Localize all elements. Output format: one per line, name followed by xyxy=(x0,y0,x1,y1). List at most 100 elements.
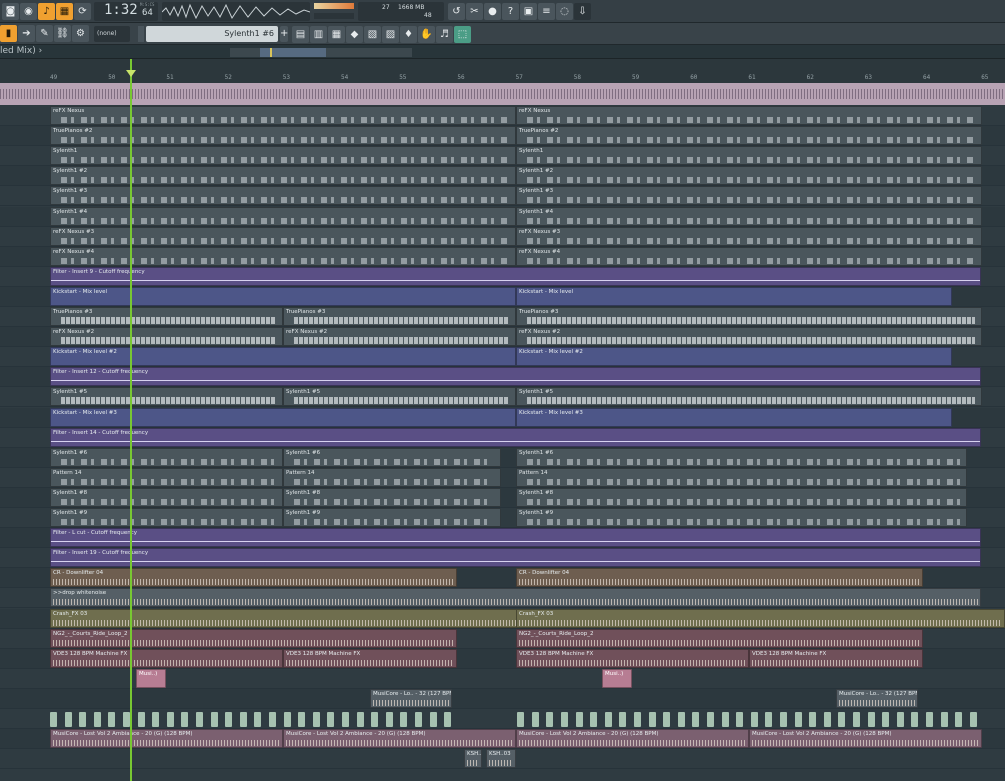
browser-icon[interactable]: ▧ xyxy=(364,26,381,43)
playlist-clip[interactable]: Sylenth1 #5 xyxy=(283,387,516,407)
playlist-clip[interactable]: Pattern 14 xyxy=(283,467,501,487)
step-icon[interactable]: ▦ xyxy=(56,3,73,20)
drum-hit-clip[interactable] xyxy=(371,712,379,727)
drum-hit-clip[interactable] xyxy=(415,712,422,727)
playlist-clip[interactable]: Sylenth1 #8 xyxy=(50,487,283,507)
drum-hit-clip[interactable] xyxy=(400,712,408,727)
settings-icon[interactable]: ⚙ xyxy=(72,25,89,42)
playlist-clip[interactable]: >>drop whitenoise xyxy=(50,588,981,608)
playlist-track-lane[interactable]: TruePianos #3 TruePianos #3 TruePianos #3 xyxy=(0,307,1005,327)
playlist-clip[interactable]: Kickstart - Mix level #2 xyxy=(50,347,516,367)
playlist-clip[interactable]: VDE3 128 BPM Machine FX xyxy=(516,648,749,668)
drum-hit-clip[interactable] xyxy=(940,712,948,727)
metronome-icon[interactable]: ♪ xyxy=(38,3,55,20)
drum-hit-clip[interactable] xyxy=(123,712,130,727)
drum-hit-clip[interactable] xyxy=(312,712,320,727)
playlist-clip[interactable]: Sylenth1 #6 xyxy=(50,447,283,467)
speaker-icon[interactable]: ♬ xyxy=(436,26,453,43)
drum-hit-clip[interactable] xyxy=(853,712,860,727)
hand-icon[interactable]: ✋ xyxy=(418,26,435,43)
playlist-track-lane[interactable]: NG2_-_Courts_Ride_Loop_2 NG2_-_Courts_Rid… xyxy=(0,628,1005,649)
playlist-track-lane[interactable]: Musi..) Musi..) xyxy=(0,668,1005,689)
playlist-track-lane[interactable]: Filter - L cut - Cutoff frequency xyxy=(0,528,1005,549)
playlist-clip[interactable]: Filter - Insert 14 - Cutoff frequency xyxy=(50,427,981,447)
download-icon[interactable]: ⇩ xyxy=(574,3,591,20)
playlist-clip[interactable]: TruePianos #3 xyxy=(283,307,516,326)
instrument-name-field[interactable]: Sylenth1 #6 xyxy=(146,26,278,42)
cut-tool-icon[interactable]: ✂ xyxy=(466,3,483,20)
playlist-clip[interactable]: MusiCore - Lost Vol 2 Ambiance - 20 (G) … xyxy=(749,729,982,749)
playlist-track-lane[interactable]: Filter - Insert 9 - Cutoff frequency xyxy=(0,266,1005,287)
drum-hit-clip[interactable] xyxy=(794,712,802,727)
playlist-clip[interactable]: reFX Nexus #2 xyxy=(516,327,982,347)
drum-hit-clip[interactable] xyxy=(517,712,525,727)
playlist-clip[interactable]: Kickstart - Mix level #2 xyxy=(516,347,952,367)
playlist-clip[interactable]: KSH..03 xyxy=(464,749,482,769)
playlist-clip[interactable]: Sylenth1 #8 xyxy=(283,487,501,507)
drum-hit-clip[interactable] xyxy=(269,712,276,727)
channel-arrow-icon[interactable] xyxy=(138,26,144,42)
plugin-icon[interactable]: ◆ xyxy=(346,26,363,43)
playlist-track-lane[interactable]: Filter - Insert 14 - Cutoff frequency xyxy=(0,427,1005,448)
playlist-track-lane[interactable]: TruePianos #2 TruePianos #2 xyxy=(0,126,1005,147)
playhead[interactable] xyxy=(130,59,132,781)
drum-hit-clip[interactable] xyxy=(342,712,349,727)
drum-hit-clip[interactable] xyxy=(867,712,875,727)
clip-icon[interactable]: ▨ xyxy=(382,26,399,43)
playlist-clip[interactable]: Sylenth1 #6 xyxy=(516,447,967,467)
drum-hit-clip[interactable] xyxy=(152,712,160,727)
playlist-area[interactable]: reFX Nexus reFX Nexus TruePianos #2 TruePia… xyxy=(0,106,1005,781)
playlist-clip[interactable]: Filter - L cut - Cutoff frequency xyxy=(50,528,981,548)
playlist-clip[interactable]: Filter - Insert 12 - Cutoff frequency xyxy=(50,367,981,387)
playlist-clip[interactable]: Kickstart - Mix level #3 xyxy=(50,407,516,427)
playlist-track-lane[interactable]: >>drop whitenoise xyxy=(0,588,1005,609)
playlist-track-lane[interactable]: Sylenth1 #2 Sylenth1 #2 xyxy=(0,166,1005,187)
playlist-track-lane[interactable]: Sylenth1 Sylenth1 xyxy=(0,146,1005,167)
save-icon[interactable]: ▣ xyxy=(520,3,537,20)
drum-hit-clip[interactable] xyxy=(108,712,116,727)
drum-hit-clip[interactable] xyxy=(634,712,641,727)
playlist-clip[interactable]: Crash_FX 03 xyxy=(516,608,1005,628)
playlist-clip[interactable]: Sylenth1 #3 xyxy=(50,186,516,206)
playlist-track-lane[interactable]: Sylenth1 #4 Sylenth1 #4 xyxy=(0,206,1005,227)
drum-hit-clip[interactable] xyxy=(809,712,817,727)
drum-hit-clip[interactable] xyxy=(969,712,977,727)
pattern-song-icon[interactable]: ◙ xyxy=(2,3,19,20)
drum-hit-clip[interactable] xyxy=(750,712,758,727)
drum-hit-clip[interactable] xyxy=(93,712,101,727)
playlist-track-lane[interactable]: Pattern 14 Pattern 14 Pattern 14 xyxy=(0,467,1005,488)
reset-icon[interactable]: ↺ xyxy=(448,3,465,20)
mixer-icon-2[interactable]: ▦ xyxy=(328,26,345,43)
playlist-track-lane[interactable]: Sylenth1 #6 Sylenth1 #6 Sylenth1 #6 xyxy=(0,447,1005,468)
drum-hit-clip[interactable] xyxy=(648,712,656,727)
playlist-clip[interactable]: Sylenth1 #3 xyxy=(516,186,982,206)
playlist-clip[interactable]: TruePianos #3 xyxy=(50,307,283,326)
playlist-clip[interactable]: VDE3 128 BPM Machine FX xyxy=(283,648,457,668)
playlist-icon[interactable]: ▮ xyxy=(0,25,17,42)
drum-hit-clip[interactable] xyxy=(765,712,773,727)
drum-hit-clip[interactable] xyxy=(838,712,846,727)
drum-hit-clip[interactable] xyxy=(444,712,452,727)
timeline-ruler[interactable]: 49 50 51 52 53 54 55 56 57 58 59 60 61 62 63 64 65 xyxy=(0,59,1005,83)
link-icon[interactable]: ⛓ xyxy=(54,25,71,42)
playlist-track-lane[interactable]: MusiCore - Lo.. - 32 (127 BPM) MusiCore -… xyxy=(0,688,1005,709)
playlist-clip[interactable]: Sylenth1 #9 xyxy=(283,508,501,527)
playlist-clip[interactable]: Kickstart - Mix level #3 xyxy=(516,407,952,427)
playlist-clip[interactable]: CR - Downlifter 04 xyxy=(516,568,923,588)
drum-hit-clip[interactable] xyxy=(926,712,933,727)
playlist-clip[interactable]: NG2_-_Courts_Ride_Loop_2 xyxy=(50,628,457,648)
drum-hit-clip[interactable] xyxy=(590,712,598,727)
drum-hit-clip[interactable] xyxy=(283,712,291,727)
playlist-clip[interactable]: MusiCore - Lo.. - 32 (127 BPM) xyxy=(370,688,452,708)
playlist-clip[interactable]: reFX Nexus #4 xyxy=(50,246,516,266)
help-icon[interactable]: ? xyxy=(502,3,519,20)
drum-hit-clip[interactable] xyxy=(50,712,57,727)
playlist-clip[interactable]: TruePianos #2 xyxy=(50,126,516,146)
playlist-clip[interactable]: Sylenth1 #5 xyxy=(516,387,982,407)
drum-hit-clip[interactable] xyxy=(385,712,393,727)
playlist-track-lane[interactable]: Sylenth1 #8 Sylenth1 #8 Sylenth1 #8 xyxy=(0,487,1005,508)
playlist-track-lane[interactable]: Kickstart - Mix level #3 Kickstart - Mix … xyxy=(0,407,1005,428)
playlist-clip[interactable]: Filter - Insert 9 - Cutoff frequency xyxy=(50,266,981,286)
playlist-clip[interactable]: Pattern 14 xyxy=(516,467,967,487)
drum-hit-clip[interactable] xyxy=(137,712,145,727)
